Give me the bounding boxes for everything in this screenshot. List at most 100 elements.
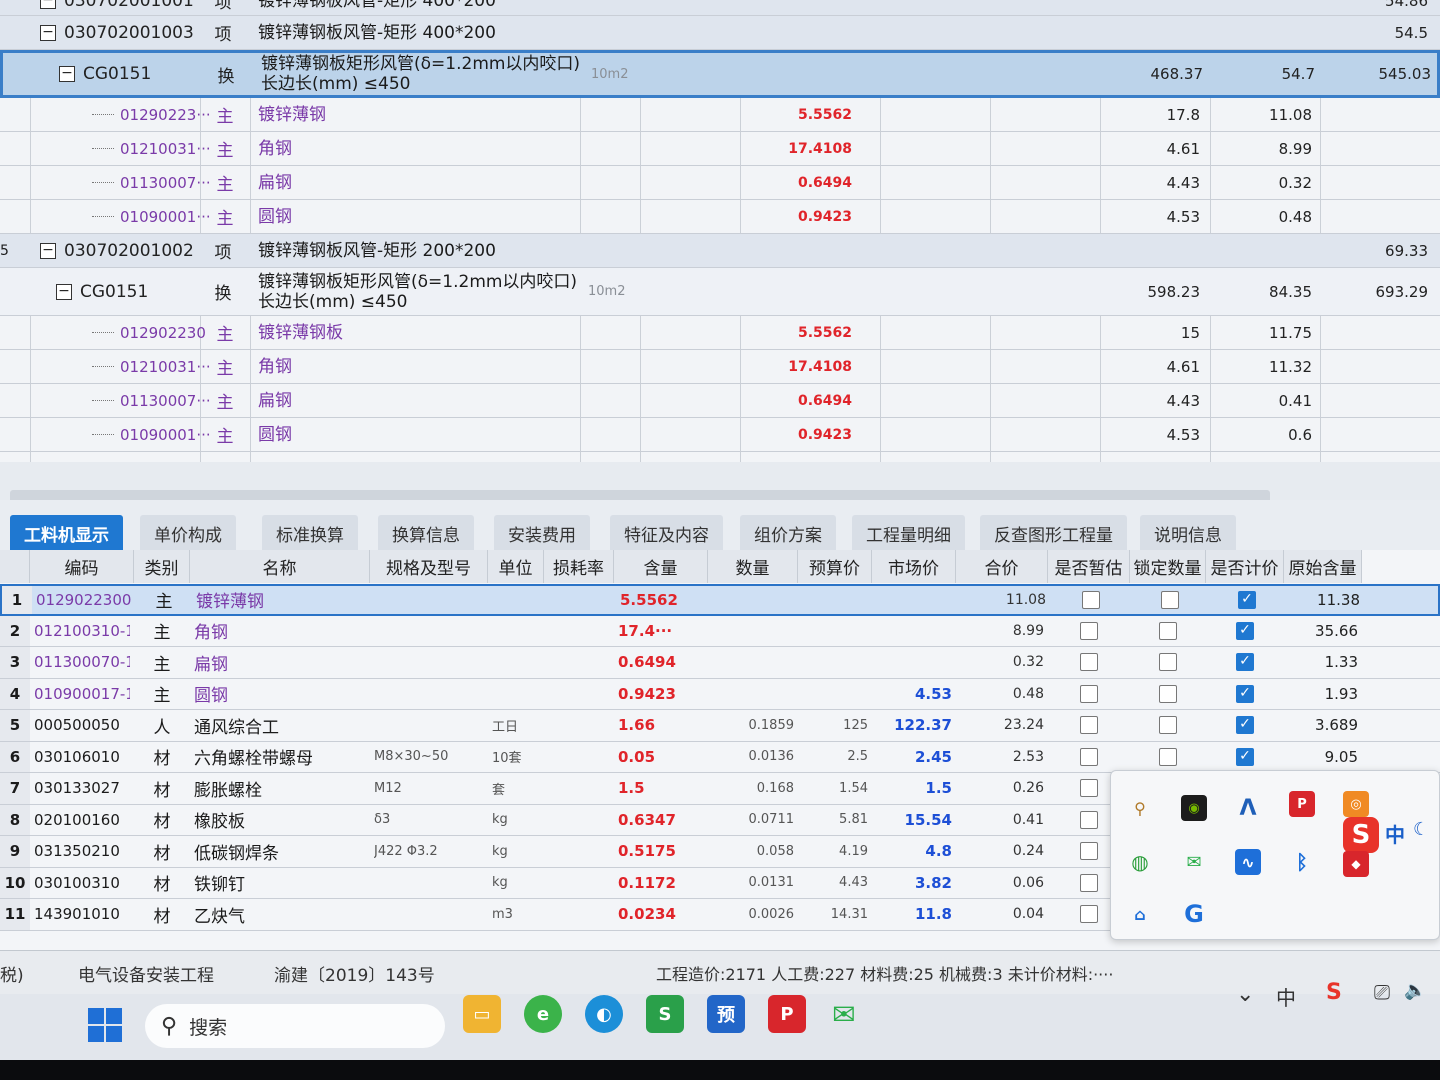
row-index[interactable]: 4 — [0, 678, 30, 709]
wechat-icon[interactable]: ✉ — [1181, 849, 1207, 875]
network-icon[interactable]: ⎚ — [1374, 980, 1390, 1004]
lock-qty-checkbox[interactable] — [1159, 747, 1177, 766]
material-grid-row[interactable]: 1 01290223001 主 镀锌薄钢 5.5562 11.08 11.38 ✓ — [0, 584, 1440, 616]
tab-2[interactable]: 单价构成 — [140, 515, 236, 551]
estimate-checkbox[interactable] — [1080, 747, 1098, 766]
blue-app-icon[interactable]: ∿ — [1235, 849, 1261, 875]
speaker-icon[interactable]: 🔈 — [1404, 980, 1426, 1001]
estimate-checkbox[interactable] — [1080, 621, 1098, 640]
file-explorer-icon[interactable]: ▭ — [463, 995, 501, 1033]
moon-icon[interactable]: ☾ — [1413, 819, 1429, 840]
pin-icon[interactable]: ⚲ — [1127, 795, 1153, 821]
column-header-14[interactable]: 是否计价 — [1206, 550, 1284, 583]
bill-item-row[interactable]: −030702001003 项 镀锌薄钢板风管-矩形 400*200 54.5 — [0, 16, 1440, 50]
tray-chevron-icon[interactable]: ⌄ — [1236, 982, 1254, 1007]
collapse-icon[interactable]: − — [59, 66, 75, 82]
material-row[interactable]: 01290223··· 主 镀锌薄钢 5.5562 17.8 11.08 — [0, 98, 1440, 132]
column-header-4[interactable]: 规格及型号 — [370, 550, 488, 583]
estimate-checkbox[interactable] — [1080, 716, 1098, 735]
row-index[interactable]: 2 — [0, 615, 30, 646]
column-header-1[interactable]: 编码 — [30, 550, 134, 583]
row-index[interactable]: 1 — [2, 586, 32, 614]
material-row[interactable]: 01090001··· 主 圆钢 0.9423 4.53 0.48 — [0, 200, 1440, 234]
priced-checkbox[interactable]: ✓ — [1236, 747, 1254, 766]
status-project-type[interactable]: 电气设备安装工程 — [78, 961, 214, 986]
column-header-9[interactable]: 预算价 — [798, 550, 872, 583]
estimate-checkbox[interactable] — [1080, 905, 1098, 924]
orange-app-icon[interactable]: ◎ — [1343, 791, 1369, 817]
material-row[interactable]: 01130007··· 主 扁钢 0.6494 4.43 0.32 — [0, 166, 1440, 200]
column-header-7[interactable]: 含量 — [614, 550, 708, 583]
quota-row[interactable]: − CG0151 换 镀锌薄钢板矩形风管(δ=1.2mm以内咬口) 长边长(mm) ≤4… — [0, 268, 1440, 316]
priced-checkbox[interactable]: ✓ — [1238, 590, 1256, 609]
collapse-icon[interactable]: − — [40, 24, 56, 41]
lock-qty-checkbox[interactable] — [1161, 590, 1179, 609]
material-row[interactable]: 01090001··· 主 圆钢 0.9423 4.53 0.6 — [0, 418, 1440, 452]
nvidia-icon[interactable]: ◉ — [1181, 795, 1207, 821]
material-row[interactable]: 01210031··· 主 角钢 17.4108 4.61 8.99 — [0, 132, 1440, 166]
row-index[interactable]: 10 — [0, 867, 30, 898]
tab-8[interactable]: 工程量明细 — [852, 515, 965, 551]
green-360-icon[interactable]: ◍ — [1127, 849, 1153, 875]
tab-3[interactable]: 标准换算 — [262, 515, 358, 551]
material-row[interactable]: 012902230 主 镀锌薄钢板 5.5562 15 11.75 — [0, 316, 1440, 350]
column-header-5[interactable]: 单位 — [488, 550, 544, 583]
row-index[interactable]: 6 — [0, 741, 30, 772]
tab-5[interactable]: 安装费用 — [494, 515, 590, 551]
column-header-12[interactable]: 是否暂估 — [1048, 550, 1130, 583]
ime-mode-label[interactable]: 中 — [1385, 819, 1405, 848]
priced-checkbox[interactable]: ✓ — [1236, 653, 1254, 672]
sogou-taskbar-icon[interactable]: S — [1326, 980, 1342, 1005]
pdf-app-icon[interactable]: P — [768, 995, 806, 1033]
material-grid-row[interactable]: 5 000500050 人 通风综合工 工日 1.66 0.1859 125 122.37 23.… — [0, 710, 1440, 742]
edge-icon[interactable]: ◐ — [585, 995, 623, 1033]
wps-sheet-icon[interactable]: S — [646, 995, 684, 1033]
estimate-checkbox[interactable] — [1082, 590, 1100, 609]
bluetooth-icon[interactable]: ᛒ — [1289, 849, 1315, 875]
row-index[interactable]: 9 — [0, 836, 30, 867]
tab-10[interactable]: 说明信息 — [1140, 515, 1236, 551]
collapse-icon[interactable]: − — [40, 0, 56, 9]
estimate-checkbox[interactable] — [1080, 810, 1098, 829]
lock-qty-checkbox[interactable] — [1159, 716, 1177, 735]
collapse-icon[interactable]: − — [40, 242, 56, 259]
g-app-icon[interactable]: G — [1181, 900, 1207, 928]
priced-checkbox[interactable]: ✓ — [1236, 716, 1254, 735]
material-grid-row[interactable]: 2 012100310-1 主 角钢 17.4··· 8.99 35.66 ✓ — [0, 615, 1440, 647]
row-index[interactable]: 11 — [0, 899, 30, 930]
lock-qty-checkbox[interactable] — [1159, 684, 1177, 703]
red-app-icon[interactable]: P — [1289, 791, 1315, 817]
lock-app-icon[interactable]: ⌂ — [1127, 901, 1153, 927]
tab-1[interactable]: 工料机显示 — [10, 515, 123, 551]
collapse-icon[interactable]: − — [56, 283, 72, 300]
column-header-11[interactable]: 合价 — [956, 550, 1048, 583]
tab-6[interactable]: 特征及内容 — [610, 515, 723, 551]
upper-tree-grid[interactable]: −030702001001项镀锌薄钢板风管-矩形 400*20054.86−03… — [0, 0, 1440, 462]
estimate-checkbox[interactable] — [1080, 779, 1098, 798]
sogou-ime-icon[interactable]: S — [1343, 817, 1379, 853]
priced-checkbox[interactable]: ✓ — [1236, 621, 1254, 640]
material-row[interactable]: 01130007··· 主 扁钢 0.6494 4.43 0.41 — [0, 384, 1440, 418]
column-header-2[interactable]: 类别 — [134, 550, 190, 583]
row-index[interactable]: 5 — [0, 710, 30, 741]
wechat-taskbar-icon[interactable]: ✉ — [825, 995, 863, 1033]
bill-item-row[interactable]: −030702001002 5 项 镀锌薄钢板风管-矩形 200*200 69.33 — [0, 234, 1440, 268]
material-grid-row[interactable]: 6 030106010 材 六角螺栓带螺母 M8×30~50 10套 0.05 0.0136 2… — [0, 741, 1440, 773]
tab-7[interactable]: 组价方案 — [740, 515, 836, 551]
estimate-checkbox[interactable] — [1080, 842, 1098, 861]
material-grid-row[interactable]: 3 011300070-1 主 扁钢 0.6494 0.32 1.33 ✓ — [0, 647, 1440, 679]
tab-9[interactable]: 反查图形工程量 — [980, 515, 1127, 551]
column-header-10[interactable]: 市场价 — [872, 550, 956, 583]
estimate-checkbox[interactable] — [1080, 873, 1098, 892]
arrow-app-icon[interactable]: Λ — [1235, 795, 1261, 821]
column-header-6[interactable]: 损耗率 — [544, 550, 614, 583]
yusuan-app-icon[interactable]: 预 — [707, 995, 745, 1033]
column-header-13[interactable]: 锁定数量 — [1130, 550, 1206, 583]
status-doc-ref[interactable]: 渝建〔2019〕143号 — [274, 961, 435, 986]
column-header-8[interactable]: 数量 — [708, 550, 798, 583]
bill-item-row[interactable]: −030702001001 项 镀锌薄钢板风管-矩形 400*200 54.86 — [0, 0, 1440, 16]
windows-start-icon[interactable] — [88, 1008, 122, 1042]
tab-4[interactable]: 换算信息 — [378, 515, 474, 551]
material-grid-row[interactable]: 4 010900017-1 主 圆钢 0.9423 4.53 0.48 1.93 ✓ — [0, 678, 1440, 710]
edge-green-icon[interactable]: e — [524, 995, 562, 1033]
